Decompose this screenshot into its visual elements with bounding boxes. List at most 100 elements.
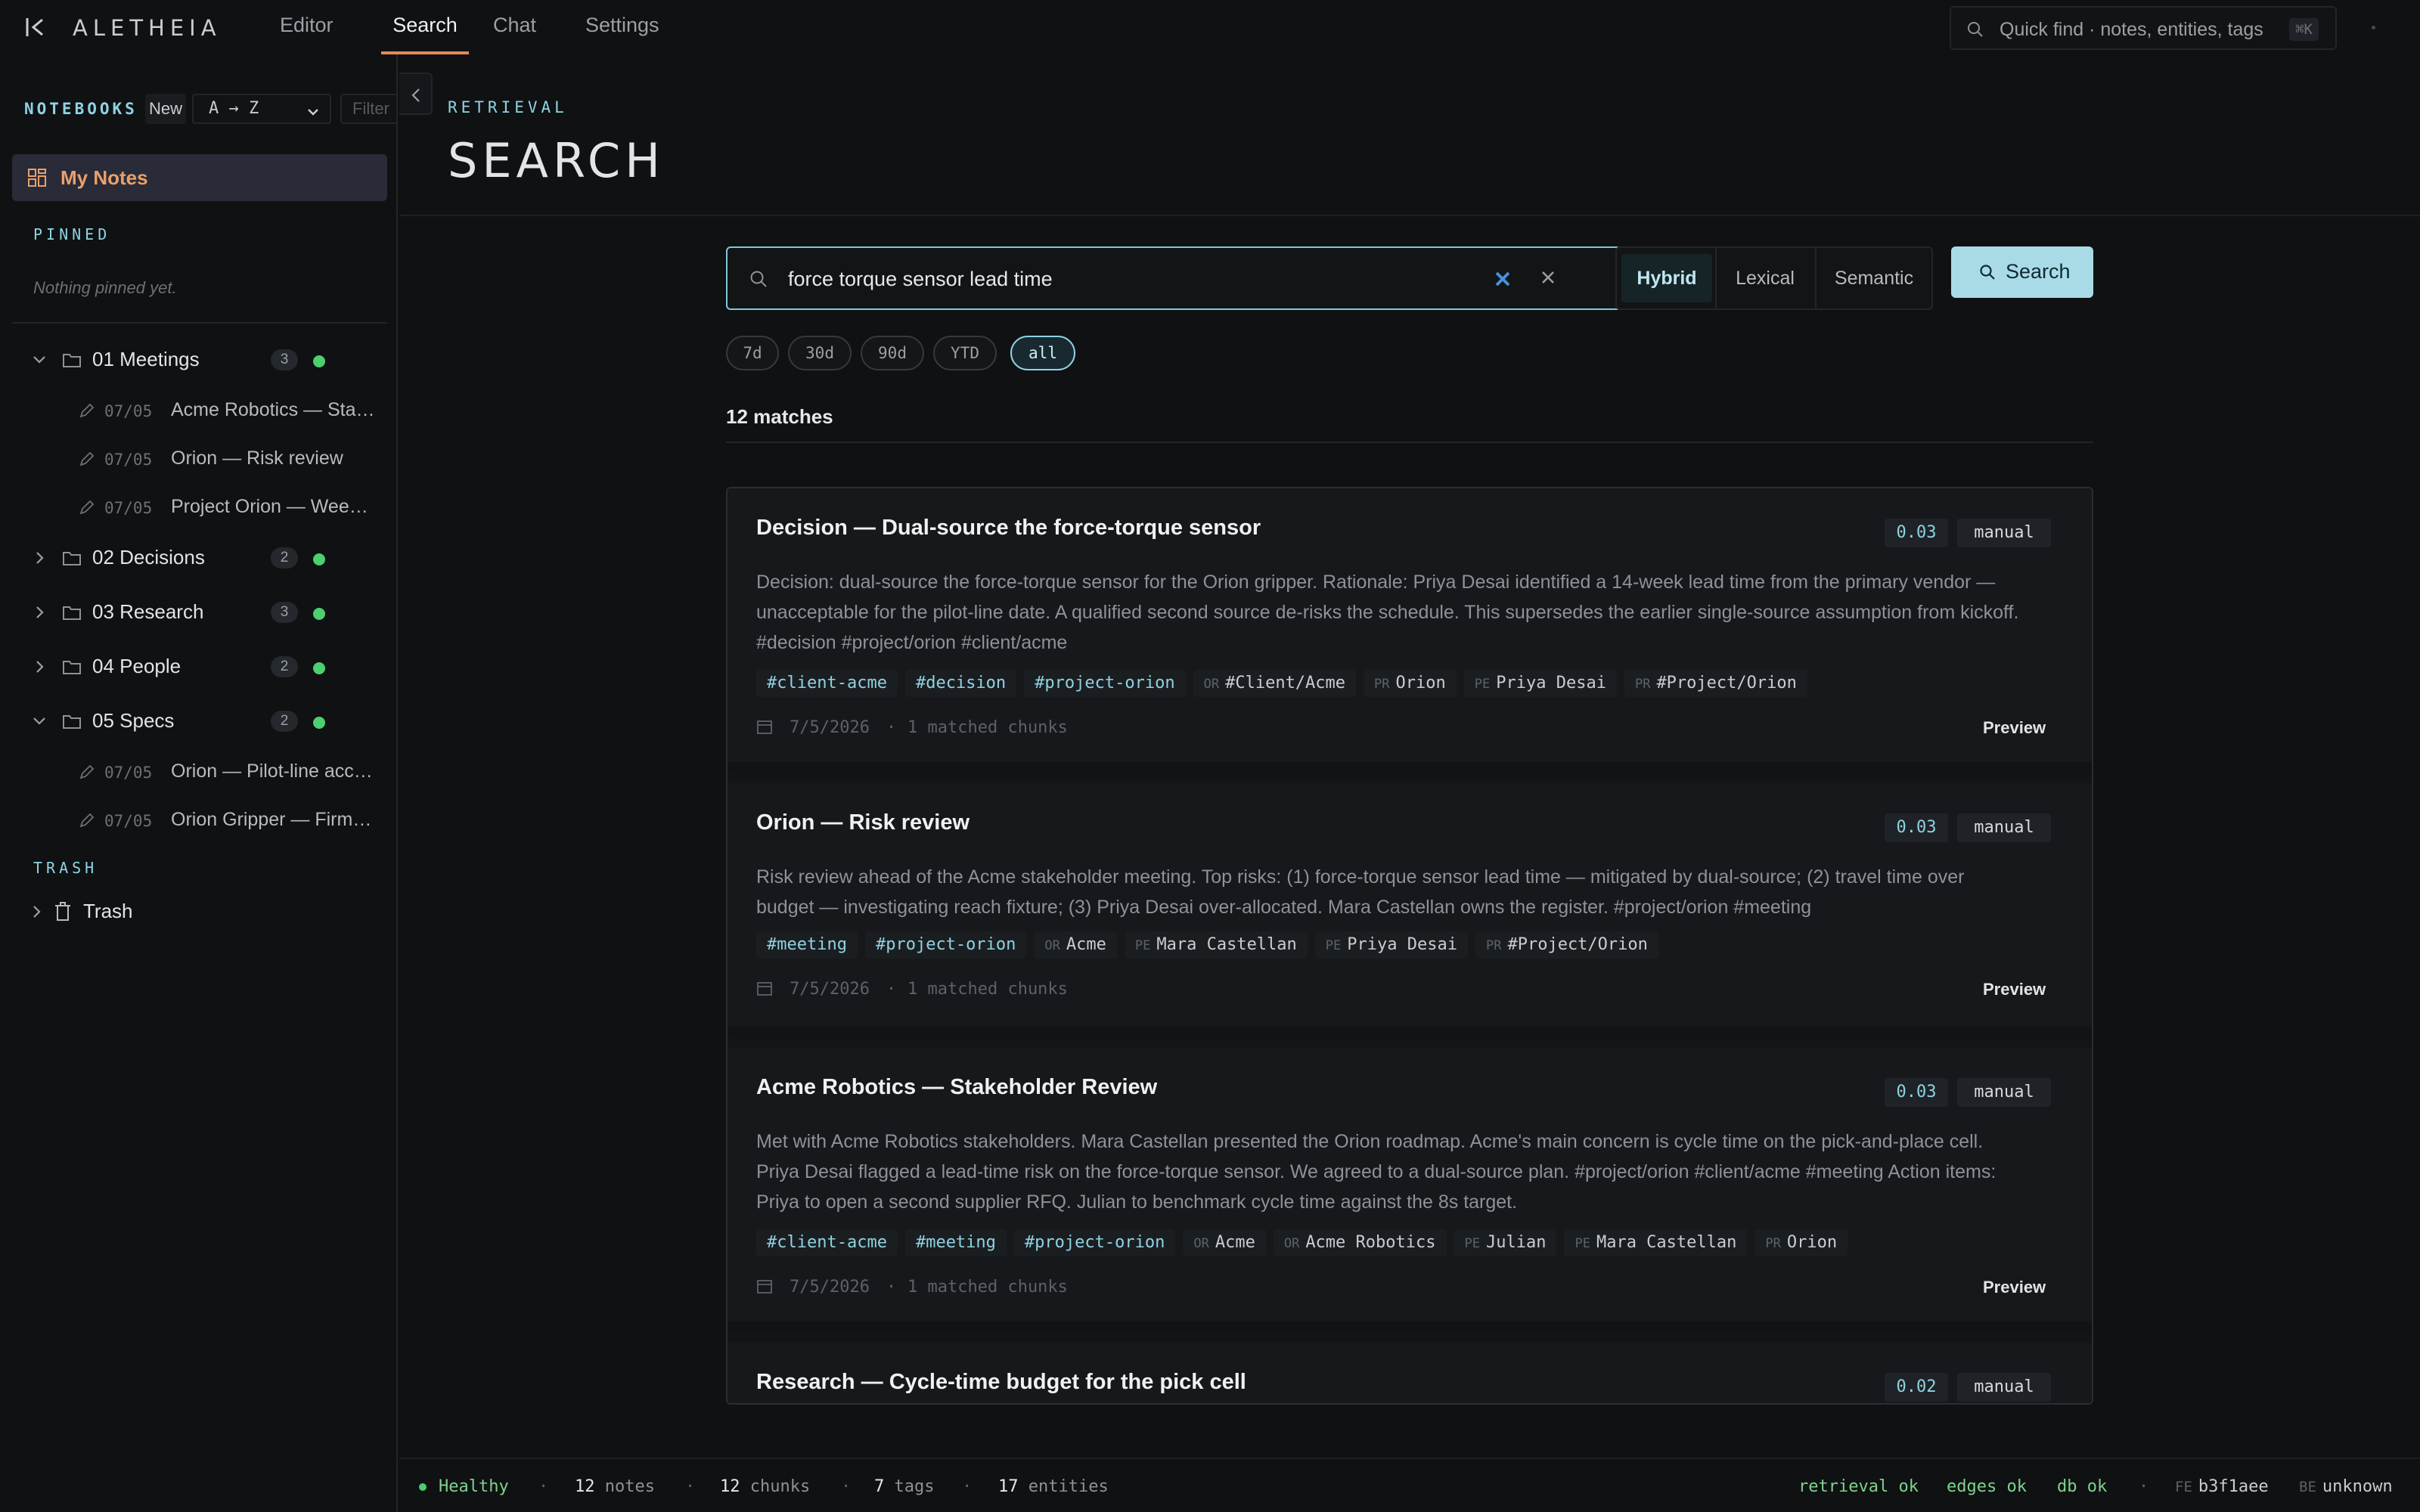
note-date: 07/05 <box>104 402 153 420</box>
chevron-right-icon[interactable] <box>30 549 48 571</box>
chevron-down-icon[interactable] <box>30 712 48 734</box>
tag-chip[interactable]: #decision <box>904 670 1017 697</box>
entity-chip[interactable]: PE Mara Castellan <box>1124 931 1308 959</box>
tag-chip[interactable]: #client-acme <box>756 1229 898 1256</box>
tag-chip[interactable]: #project-orion <box>864 931 1027 959</box>
entity-type: PE <box>1474 677 1491 692</box>
tab-chat[interactable]: Chat <box>493 14 536 54</box>
search-query: force torque sensor lead time <box>788 268 1053 290</box>
tag-chip[interactable]: #project-orion <box>1024 670 1186 697</box>
folder-03-research[interactable]: 03 Research 3 <box>30 597 378 627</box>
folder-01-meetings[interactable]: 01 Meetings 3 <box>30 345 378 375</box>
pencil-icon <box>79 764 95 784</box>
range-all[interactable]: all <box>1010 336 1075 370</box>
collapse-sidebar-icon[interactable] <box>23 14 50 41</box>
tag-chip[interactable]: #project-orion <box>1013 1229 1176 1256</box>
new-notebook-button[interactable]: New <box>145 94 186 124</box>
note-title: Orion — Pilot-line acceptance <box>171 761 377 782</box>
result-card[interactable]: Orion — Risk review 0.03 manual Risk rev… <box>728 783 2092 1037</box>
filter-input[interactable]: Filter <box>340 94 398 124</box>
entities-count-value: 17 <box>998 1477 1019 1496</box>
clear-query-icon[interactable] <box>1493 269 1512 293</box>
tab-settings[interactable]: Settings <box>585 14 659 54</box>
entity-chip[interactable]: PR Orion <box>1754 1229 1848 1256</box>
entity-chip[interactable]: PR Orion <box>1364 670 1457 697</box>
chevron-down-icon <box>306 101 321 129</box>
tab-editor[interactable]: Editor <box>280 14 334 54</box>
tag-chip[interactable]: #meeting <box>756 931 858 959</box>
note-item[interactable]: 07/05 Project Orion — Weekly sync <box>76 491 386 522</box>
entity-type: PR <box>1634 677 1651 692</box>
separator: · <box>962 1477 973 1496</box>
preview-button[interactable]: Preview <box>1983 980 2046 999</box>
result-card[interactable]: Decision — Dual-source the force-torque … <box>728 488 2092 773</box>
range-ytd[interactable]: YTD <box>933 336 997 370</box>
result-title[interactable]: Research — Cycle-time budget for the pic… <box>756 1370 1246 1395</box>
note-item[interactable]: 07/05 Acme Robotics — Stakeholder Review <box>76 395 386 425</box>
preview-button[interactable]: Preview <box>1983 718 2046 738</box>
entity-type: PR <box>1374 677 1390 692</box>
entity-type: OR <box>1203 677 1220 692</box>
folder-05-specs[interactable]: 05 Specs 2 <box>30 706 378 736</box>
trash-label: Trash <box>83 900 133 922</box>
entity-type: PR <box>1485 938 1502 953</box>
mode-hybrid[interactable]: Hybrid <box>1621 254 1712 302</box>
result-title[interactable]: Decision — Dual-source the force-torque … <box>756 516 1261 541</box>
entity-name: Orion <box>1786 1233 1838 1252</box>
preview-button[interactable]: Preview <box>1983 1278 2046 1297</box>
note-date: 07/05 <box>104 764 153 782</box>
folder-02-decisions[interactable]: 02 Decisions 2 <box>30 543 378 573</box>
range-90d[interactable]: 90d <box>861 336 924 370</box>
result-card[interactable]: Acme Robotics — Stakeholder Review 0.03 … <box>728 1048 2092 1332</box>
entity-chip[interactable]: PE Julian <box>1454 1229 1557 1256</box>
mode-semantic[interactable]: Semantic <box>1818 254 1930 302</box>
tab-search[interactable]: Search <box>381 14 469 54</box>
entity-chip[interactable]: PR #Project/Orion <box>1624 670 1807 697</box>
toggle-panel-button[interactable] <box>399 73 433 115</box>
search-button[interactable]: Search <box>1951 246 2093 298</box>
entity-chip[interactable]: OR Acme Robotics <box>1273 1229 1447 1256</box>
entity-chip[interactable]: PE Priya Desai <box>1463 670 1617 697</box>
matched-chunks: 1 matched chunks <box>908 718 1068 737</box>
be-version: BE unknown <box>2299 1477 2393 1496</box>
trash-item[interactable]: Trash <box>27 897 254 927</box>
entity-chip[interactable]: PE Mara Castellan <box>1564 1229 1748 1256</box>
quick-find-input[interactable]: Quick find · notes, entities, tags ⌘K <box>1950 6 2337 50</box>
result-title[interactable]: Orion — Risk review <box>756 810 970 835</box>
chevron-right-icon[interactable] <box>27 903 45 925</box>
sync-status-dot <box>313 662 325 674</box>
entity-type: PE <box>1464 1236 1480 1251</box>
note-item[interactable]: 07/05 Orion — Risk review <box>76 443 386 473</box>
divider <box>726 442 2093 443</box>
tags-count-label: tags <box>894 1477 935 1496</box>
close-icon[interactable] <box>1538 268 1558 291</box>
search-icon <box>1978 263 1996 285</box>
search-input[interactable]: force torque sensor lead time <box>726 246 1621 310</box>
note-item[interactable]: 07/05 Orion — Pilot-line acceptance <box>76 756 386 786</box>
entity-chip[interactable]: OR Acme <box>1183 1229 1266 1256</box>
mode-lexical[interactable]: Lexical <box>1718 254 1812 302</box>
entity-chip[interactable]: PE Priya Desai <box>1314 931 1468 959</box>
range-30d[interactable]: 30d <box>788 336 852 370</box>
entity-chip[interactable]: OR #Client/Acme <box>1193 670 1357 697</box>
sort-select[interactable]: A → Z <box>192 94 331 124</box>
chevron-right-icon[interactable] <box>30 603 48 625</box>
my-notes-item[interactable]: My Notes <box>12 154 387 201</box>
entity-chip[interactable]: PR #Project/Orion <box>1475 931 1658 959</box>
result-card[interactable]: Research — Cycle-time budget for the pic… <box>728 1343 2092 1403</box>
folder-04-people[interactable]: 04 People 2 <box>30 652 378 682</box>
pencil-icon <box>79 402 95 423</box>
chevron-down-icon[interactable] <box>30 351 48 373</box>
tag-chip[interactable]: #meeting <box>904 1229 1007 1256</box>
range-7d[interactable]: 7d <box>726 336 779 370</box>
entity-chip[interactable]: OR Acme <box>1034 931 1117 959</box>
page-eyebrow: RETRIEVAL <box>448 98 568 116</box>
folder-count-badge: 3 <box>271 349 298 370</box>
tag-chip[interactable]: #client-acme <box>756 670 898 697</box>
chevron-right-icon[interactable] <box>30 658 48 680</box>
sidebar: NOTEBOOKS New A → Z Filter My Notes PINN… <box>0 54 398 1512</box>
result-title[interactable]: Acme Robotics — Stakeholder Review <box>756 1075 1157 1100</box>
entity-type: PE <box>1134 938 1151 953</box>
note-item[interactable]: 07/05 Orion Gripper — Firmware spec <box>76 804 386 835</box>
result-date: 7/5/2026 <box>790 980 870 999</box>
